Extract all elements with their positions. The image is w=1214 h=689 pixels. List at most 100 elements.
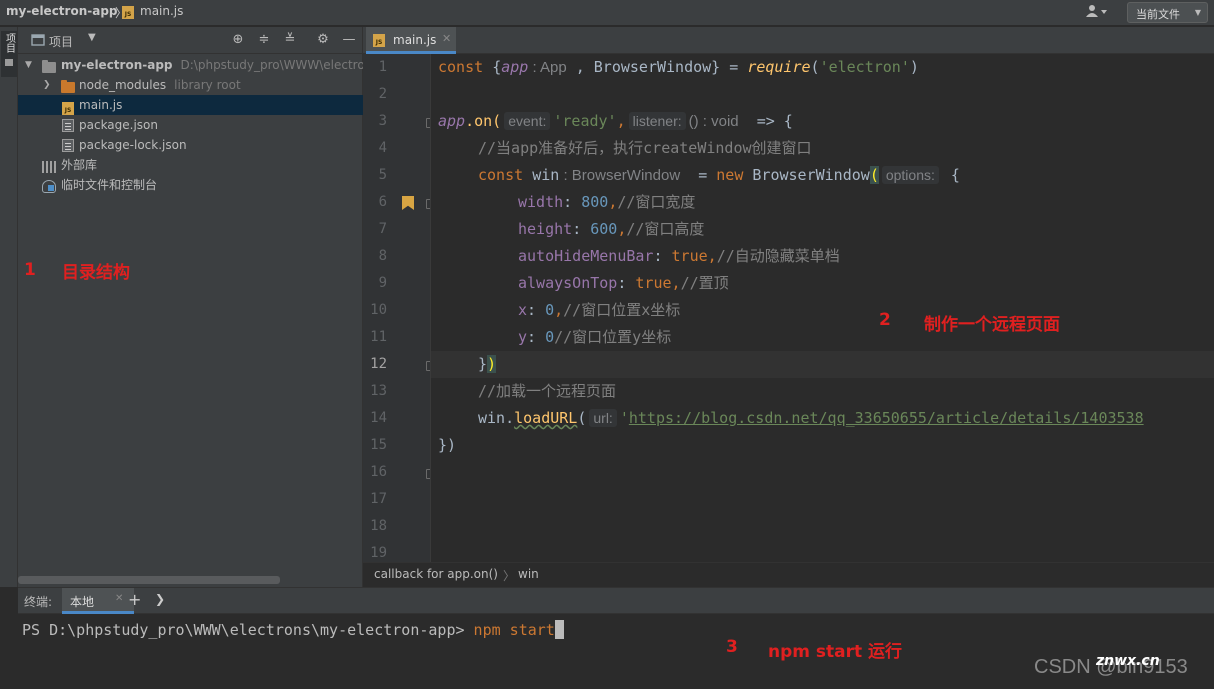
expand-all-icon[interactable]: ≑ bbox=[256, 32, 272, 48]
close-icon[interactable]: ✕ bbox=[442, 32, 451, 45]
line-number: 15 bbox=[370, 437, 387, 453]
tree-item-node-modules[interactable]: ❯ node_modules library root bbox=[18, 75, 363, 95]
terminal-prompt: PS D:\phpstudy_pro\WWW\electrons\my-elec… bbox=[22, 621, 474, 639]
chevron-down-icon[interactable]: ❯ bbox=[155, 592, 165, 606]
vertical-scrollbar[interactable] bbox=[1207, 54, 1214, 562]
code-editor: JS main.js ✕ 1 2 3 4 5 6 7 8 9 10 11 12 … bbox=[363, 27, 1214, 587]
annotation-number: 2 bbox=[879, 310, 891, 330]
line-number: 3 bbox=[378, 113, 387, 129]
line-number: 18 bbox=[370, 518, 387, 534]
annotation-text: 制作一个远程页面 bbox=[924, 315, 1060, 335]
json-file-icon bbox=[62, 118, 74, 135]
library-icon bbox=[42, 159, 56, 175]
chevron-down-icon[interactable]: ▼ bbox=[88, 32, 96, 43]
code-line-14: win.loadURL(url:'https://blog.csdn.net/q… bbox=[478, 409, 1144, 427]
user-icon bbox=[1086, 5, 1107, 17]
line-number-gutter: 1 2 3 4 5 6 7 8 9 10 11 12 13 14 15 16 1… bbox=[363, 54, 431, 562]
breadcrumb-item[interactable]: win bbox=[518, 567, 539, 581]
run-config-select[interactable]: 当前文件 ▼ bbox=[1127, 2, 1208, 23]
project-panel: 项目 ▼ ⊕ ≑ ≚ ⚙ — ▼ my-electron-app D:\phpst… bbox=[18, 27, 363, 587]
line-number: 1 bbox=[378, 59, 387, 75]
editor-breadcrumb: callback for app.on() 〉 win bbox=[363, 562, 1214, 587]
code-line-3: app.on(event:'ready', listener:() : void … bbox=[438, 112, 793, 130]
code-line-10: x: 0,//窗口位置x坐标 bbox=[518, 301, 681, 319]
tree-item-label: package.json bbox=[79, 118, 159, 132]
tree-item-package-lock-json[interactable]: package-lock.json bbox=[18, 135, 363, 155]
code-line-6: width: 800,//窗口宽度 bbox=[518, 193, 696, 211]
breadcrumb-item[interactable]: callback for app.on() bbox=[374, 567, 498, 581]
chevron-right-icon[interactable]: ❯ bbox=[43, 75, 51, 95]
folder-icon bbox=[5, 59, 13, 66]
project-tool-button[interactable]: 项目 bbox=[1, 31, 17, 77]
tree-item-my-electron-app[interactable]: ▼ my-electron-app D:\phpstudy_pro\WWW\ele… bbox=[18, 55, 363, 75]
line-number: 11 bbox=[370, 329, 387, 345]
tree-item-label: package-lock.json bbox=[79, 138, 187, 152]
code-line-13: //加载一个远程页面 bbox=[478, 382, 617, 400]
watermark-overlay: znwx.cn bbox=[1096, 653, 1160, 669]
annotation-number: 3 bbox=[726, 637, 738, 657]
terminal-tab-label: 本地 bbox=[70, 595, 95, 609]
tree-item-label: main.js bbox=[79, 98, 123, 112]
editor-tab-bar: JS main.js ✕ bbox=[363, 27, 1214, 54]
scratch-icon bbox=[42, 179, 56, 195]
tree-item-label: my-electron-app bbox=[61, 58, 173, 72]
project-view-icon bbox=[31, 34, 45, 46]
line-number: 13 bbox=[370, 383, 387, 399]
code-line-4: //当app准备好后，执行createWindow创建窗口 bbox=[478, 139, 812, 157]
tree-item-label: node_modules bbox=[79, 78, 167, 92]
line-number: 17 bbox=[370, 491, 387, 507]
folder-icon bbox=[61, 79, 75, 95]
code-line-9: alwaysOnTop: true,//置顶 bbox=[518, 274, 729, 292]
project-panel-header: 项目 ▼ ⊕ ≑ ≚ ⚙ — bbox=[18, 27, 363, 54]
project-tree: ▼ my-electron-app D:\phpstudy_pro\WWW\ele… bbox=[18, 55, 363, 195]
line-number: 9 bbox=[378, 275, 387, 291]
tree-item-main-js[interactable]: JS main.js bbox=[18, 95, 363, 115]
ide-window: my-electron-app 〉 JS main.js 当前文件 ▼ 项目 项… bbox=[0, 0, 1214, 689]
terminal-tab-local[interactable]: 本地 ✕ bbox=[62, 588, 134, 614]
tree-item-external-libraries[interactable]: 外部库 bbox=[18, 155, 363, 175]
annotation-number: 1 bbox=[24, 260, 36, 280]
minimize-icon[interactable]: — bbox=[341, 32, 357, 48]
terminal-prompt-line[interactable]: PS D:\phpstudy_pro\WWW\electrons\my-elec… bbox=[22, 620, 564, 639]
add-icon[interactable]: + bbox=[128, 590, 141, 609]
horizontal-scrollbar[interactable] bbox=[18, 576, 280, 584]
tree-item-label: 外部库 bbox=[61, 158, 98, 172]
code-area[interactable]: const {app : App , BrowserWindow} = requ… bbox=[431, 54, 1214, 562]
bookmark-icon[interactable] bbox=[402, 196, 414, 210]
line-number: 2 bbox=[378, 86, 387, 102]
tree-item-path: D:\phpstudy_pro\WWW\electrons bbox=[180, 58, 363, 72]
url-link[interactable]: https://blog.csdn.net/qq_33650655/articl… bbox=[629, 409, 1144, 427]
line-number: 5 bbox=[378, 167, 387, 183]
folder-icon bbox=[42, 59, 56, 75]
run-config-label: 当前文件 bbox=[1136, 8, 1180, 21]
current-line-highlight bbox=[431, 351, 1214, 378]
code-line-8: autoHideMenuBar: true,//自动隐藏菜单档 bbox=[518, 247, 840, 265]
navigation-bar: my-electron-app 〉 JS main.js 当前文件 ▼ bbox=[0, 0, 1214, 26]
tree-item-label: 临时文件和控制台 bbox=[61, 178, 158, 192]
chevron-down-icon[interactable]: ▼ bbox=[25, 55, 32, 75]
text-caret bbox=[554, 620, 564, 639]
locate-file-icon[interactable]: ⊕ bbox=[230, 32, 246, 48]
collapse-all-icon[interactable]: ≚ bbox=[282, 32, 298, 48]
annotation-text: 目录结构 bbox=[62, 263, 130, 283]
tree-item-package-json[interactable]: package.json bbox=[18, 115, 363, 135]
code-line-15: }) bbox=[438, 436, 457, 454]
breadcrumb-project[interactable]: my-electron-app bbox=[6, 4, 118, 18]
project-panel-title[interactable]: 项目 bbox=[49, 33, 73, 50]
breadcrumb-file[interactable]: main.js bbox=[140, 4, 183, 18]
gear-icon[interactable]: ⚙ bbox=[315, 32, 331, 48]
annotation-text: npm start 运行 bbox=[768, 642, 903, 662]
line-number: 16 bbox=[370, 464, 387, 480]
tree-item-scratches[interactable]: 临时文件和控制台 bbox=[18, 175, 363, 195]
close-icon[interactable]: ✕ bbox=[115, 593, 123, 604]
code-line-1: const {app : App , BrowserWindow} = requ… bbox=[438, 58, 919, 76]
chevron-right-icon: 〉 bbox=[503, 569, 516, 583]
code-line-12: }) bbox=[478, 355, 497, 373]
js-file-icon: JS bbox=[62, 98, 74, 115]
tab-main-js[interactable]: JS main.js ✕ bbox=[366, 27, 456, 54]
code-line-7: height: 600,//窗口高度 bbox=[518, 220, 705, 238]
code-line-5: const win : BrowserWindow = new BrowserW… bbox=[478, 166, 960, 184]
line-number: 14 bbox=[370, 410, 387, 426]
user-account-button[interactable] bbox=[1086, 4, 1116, 22]
js-file-icon: JS bbox=[373, 34, 385, 47]
